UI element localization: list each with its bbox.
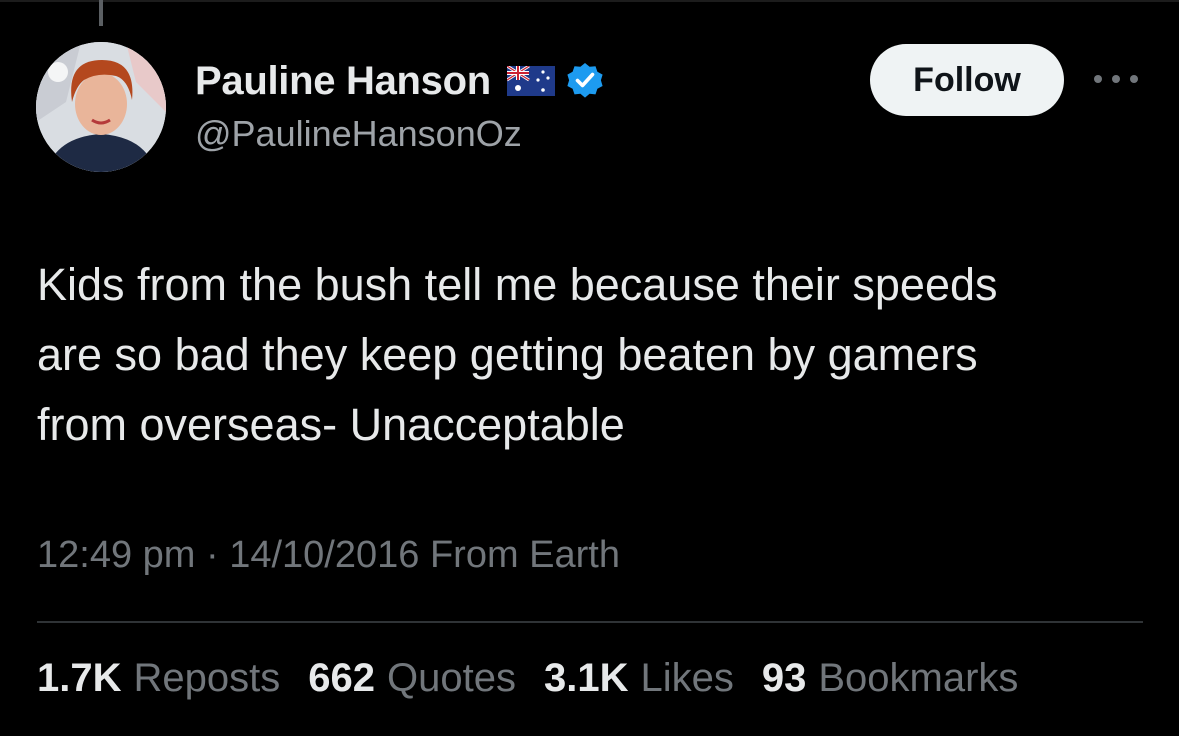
more-dot	[1112, 75, 1120, 83]
bookmarks-count: 93	[761, 656, 807, 700]
quotes-count: 662	[308, 656, 375, 700]
divider	[37, 621, 1143, 623]
author-name-row: Pauline Hanson	[195, 56, 605, 106]
thread-connector-line	[99, 0, 103, 26]
verified-badge-icon	[567, 63, 603, 98]
more-dot	[1130, 75, 1138, 83]
bookmarks-label: Bookmarks	[818, 656, 1019, 700]
engagement-stats: 1.7K Reposts 662 Quotes 3.1K Likes 93 Bo…	[37, 656, 1018, 701]
more-dot	[1094, 75, 1102, 83]
top-border	[0, 0, 1179, 2]
likes-label: Likes	[640, 656, 734, 700]
quotes-stat[interactable]: 662 Quotes	[308, 656, 516, 701]
avatar-image	[36, 42, 166, 172]
follow-button[interactable]: Follow	[870, 44, 1064, 116]
likes-stat[interactable]: 3.1K Likes	[544, 656, 734, 701]
author-handle[interactable]: @PaulineHansonOz	[195, 113, 522, 155]
tweet-text: Kids from the bush tell me because their…	[37, 259, 998, 450]
reposts-label: Reposts	[133, 656, 281, 700]
reposts-count: 1.7K	[37, 656, 122, 700]
australia-flag-icon	[506, 66, 555, 96]
reposts-stat[interactable]: 1.7K Reposts	[37, 656, 280, 701]
bookmarks-stat[interactable]: 93 Bookmarks	[762, 656, 1019, 701]
more-options-icon[interactable]	[1094, 68, 1138, 90]
likes-count: 3.1K	[543, 656, 629, 700]
quotes-label: Quotes	[387, 656, 516, 700]
author-display-name[interactable]: Pauline Hanson	[195, 59, 491, 104]
avatar[interactable]	[36, 42, 166, 172]
tweet-timestamp[interactable]: 12:49 pm · 14/10/2016 From Earth	[37, 534, 620, 577]
